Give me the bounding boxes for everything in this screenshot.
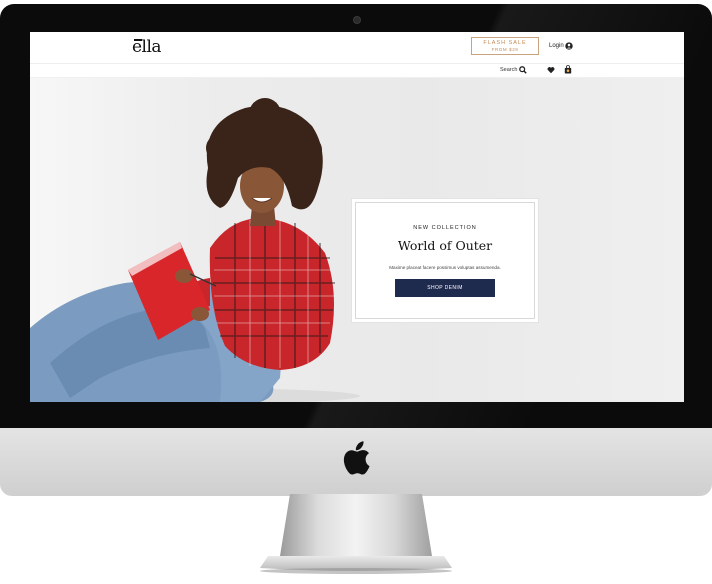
camera-icon (353, 16, 361, 24)
search-label[interactable]: Search (500, 67, 517, 73)
apple-logo-icon (343, 441, 370, 475)
login-link[interactable]: Login (549, 43, 564, 49)
hero-banner: NEW COLLECTION World of Outer Maxime pla… (30, 78, 684, 402)
flash-sale-badge[interactable]: FLASH SALE FROM $29 (471, 37, 539, 55)
shopping-bag-icon[interactable] (564, 65, 572, 74)
shop-denim-button[interactable]: SHOP DENIM (395, 279, 495, 297)
site-logo[interactable]: ella (132, 37, 162, 57)
monitor-stand (260, 494, 452, 574)
browser-screen: ella FLASH SALE FROM $29 Login Search NE… (30, 32, 684, 402)
user-icon[interactable] (565, 42, 573, 50)
utility-bar: Search (30, 63, 684, 78)
promo-description: Maxime placeat facere possimus voluptas … (389, 265, 501, 270)
promo-title: World of Outer (397, 238, 493, 253)
site-header: ella FLASH SALE FROM $29 Login (30, 32, 684, 64)
promo-eyebrow: NEW COLLECTION (413, 225, 477, 231)
flash-sale-title: FLASH SALE (483, 40, 527, 46)
promo-card: NEW COLLECTION World of Outer Maxime pla… (355, 202, 535, 319)
flash-sale-subtitle: FROM $29 (491, 47, 519, 52)
wishlist-heart-icon[interactable] (547, 66, 555, 74)
search-icon[interactable] (519, 66, 527, 74)
